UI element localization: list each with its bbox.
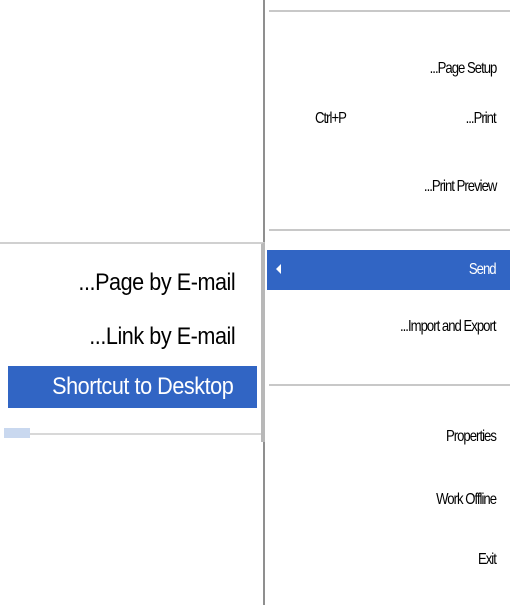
menu-separator (269, 229, 510, 231)
submenu-item-label: Shortcut to Desktop (51, 373, 234, 400)
menu-item-label: Exit (478, 551, 497, 568)
menu-separator (269, 10, 510, 12)
submenu-item-label: ...Page by E-mail (78, 269, 235, 296)
file-menu: ...Page Setup Ctrl+P ...Print ...Print P… (263, 0, 510, 605)
menu-item-work-offline[interactable]: Work Offline (267, 481, 510, 519)
triangle-left-icon (276, 264, 281, 274)
submenu-item-shortcut-to-desktop[interactable]: Shortcut to Desktop (8, 366, 257, 408)
submenu-item-label: ...Link by E-mail (89, 323, 235, 350)
menu-item-label: Work Offline (436, 491, 497, 508)
menu-separator (269, 384, 510, 386)
menu-item-import-export[interactable]: ...Import and Export (267, 308, 510, 346)
submenu-bottom-border (30, 433, 261, 435)
menu-item-label: ...Print Preview (423, 178, 497, 195)
submenu-item-page-by-email[interactable]: ...Page by E-mail (8, 262, 257, 304)
menu-item-label: Properties (446, 428, 497, 445)
send-submenu: ...Page by E-mail ...Link by E-mail Shor… (0, 242, 265, 442)
menu-item-label: ...Print (465, 110, 497, 127)
menu-item-print-preview[interactable]: ...Print Preview (267, 168, 510, 206)
menu-item-exit[interactable]: Exit (267, 541, 510, 579)
menu-item-properties[interactable]: Properties (267, 418, 510, 456)
menu-item-send[interactable]: Send (267, 250, 510, 290)
menu-item-label: ...Page Setup (429, 60, 497, 77)
submenu-footer (0, 424, 261, 442)
menu-item-page-setup[interactable]: ...Page Setup (267, 50, 510, 88)
menu-item-label: Send (469, 261, 497, 278)
menu-item-label: ...Import and Export (400, 318, 497, 335)
shortcut-label: Ctrl+P (315, 110, 347, 127)
submenu-shadow (4, 428, 30, 438)
submenu-item-link-by-email[interactable]: ...Link by E-mail (8, 316, 257, 358)
menu-item-print[interactable]: Ctrl+P ...Print (267, 100, 510, 138)
